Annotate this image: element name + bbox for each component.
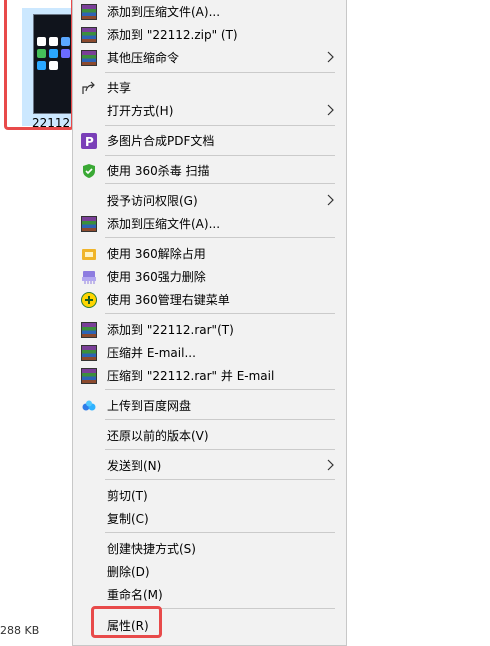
baidu-cloud-icon bbox=[82, 400, 96, 411]
menu-separator bbox=[105, 389, 335, 390]
shred-360-icon bbox=[82, 271, 96, 284]
menu-item-merge-pdf[interactable]: P 多图片合成PDF文档 bbox=[73, 130, 346, 152]
winrar-icon bbox=[81, 322, 97, 338]
menu-item-360-scan[interactable]: 使用 360杀毒 扫描 bbox=[73, 160, 346, 182]
menu-separator bbox=[105, 449, 335, 450]
menu-item-cut[interactable]: 剪切(T) bbox=[73, 485, 346, 507]
menu-item-label: 多图片合成PDF文档 bbox=[107, 134, 215, 148]
menu-item-label: 使用 360解除占用 bbox=[107, 247, 206, 261]
menu-separator bbox=[105, 237, 335, 238]
menu-item-label: 还原以前的版本(V) bbox=[107, 429, 209, 443]
share-icon bbox=[82, 81, 95, 94]
menu-item-label: 添加到 "22112.rar"(T) bbox=[107, 323, 234, 337]
properties-highlight-box bbox=[91, 606, 162, 638]
menu-item-label: 添加到 "22112.zip" (T) bbox=[107, 28, 238, 42]
menu-separator bbox=[105, 313, 335, 314]
menu-item-label: 共享 bbox=[107, 81, 132, 95]
menu-item-label: 使用 360管理右键菜单 bbox=[107, 293, 230, 307]
unlock-360-icon bbox=[82, 249, 96, 260]
menu-item-compress-rar-email[interactable]: 压缩到 "22112.rar" 并 E-mail bbox=[73, 365, 346, 387]
pdf-icon: P bbox=[81, 133, 97, 149]
menu-separator bbox=[105, 532, 335, 533]
file-size: 288 KB bbox=[0, 624, 40, 637]
menu-item-compress-email[interactable]: 压缩并 E-mail... bbox=[73, 342, 346, 364]
menu-item-label: 创建快捷方式(S) bbox=[107, 542, 196, 556]
menu-item-label: 授予访问权限(G) bbox=[107, 194, 198, 208]
chevron-right-icon bbox=[327, 194, 334, 206]
chevron-right-icon bbox=[327, 51, 334, 63]
svg-text:P: P bbox=[85, 135, 94, 149]
menu-separator bbox=[105, 183, 335, 184]
menu-item-add-to-archive[interactable]: 添加到压缩文件(A)... bbox=[73, 1, 346, 23]
menu-separator bbox=[105, 479, 335, 480]
winrar-icon bbox=[81, 345, 97, 361]
shield-360-icon bbox=[83, 164, 95, 178]
menu-item-label: 压缩并 E-mail... bbox=[107, 346, 196, 360]
menu-separator bbox=[105, 155, 335, 156]
menu-item-label: 添加到压缩文件(A)... bbox=[107, 5, 221, 19]
menu-separator bbox=[105, 125, 335, 126]
menu-item-360-unlock[interactable]: 使用 360解除占用 bbox=[73, 243, 346, 265]
winrar-icon bbox=[81, 4, 97, 20]
chevron-right-icon bbox=[327, 459, 334, 471]
menu-item-open-with[interactable]: 打开方式(H) bbox=[73, 100, 346, 122]
menu-item-add-to-zip[interactable]: 添加到 "22112.zip" (T) bbox=[73, 24, 346, 46]
menu-item-send-to[interactable]: 发送到(N) bbox=[73, 455, 346, 477]
menu-item-add-to-rar[interactable]: 添加到 "22112.rar"(T) bbox=[73, 319, 346, 341]
menu-item-label: 重命名(M) bbox=[107, 588, 163, 602]
menu-item-360-manage[interactable]: 使用 360管理右键菜单 bbox=[73, 289, 346, 311]
menu-item-label: 使用 360强力删除 bbox=[107, 270, 206, 284]
menu-separator bbox=[105, 72, 335, 73]
menu-item-delete[interactable]: 删除(D) bbox=[73, 561, 346, 583]
menu-item-label: 删除(D) bbox=[107, 565, 150, 579]
menu-item-grant-access[interactable]: 授予访问权限(G) bbox=[73, 190, 346, 212]
menu-item-label: 使用 360杀毒 扫描 bbox=[107, 164, 210, 178]
manage-360-icon bbox=[81, 292, 97, 308]
file-highlight-box bbox=[4, 0, 74, 130]
menu-item-add-to-archive-2[interactable]: 添加到压缩文件(A)... bbox=[73, 213, 346, 235]
menu-item-label: 剪切(T) bbox=[107, 489, 148, 503]
context-menu: 添加到压缩文件(A)... 添加到 "22112.zip" (T) 其他压缩命令… bbox=[72, 0, 347, 646]
menu-item-label: 压缩到 "22112.rar" 并 E-mail bbox=[107, 369, 275, 383]
menu-item-360-shred[interactable]: 使用 360强力删除 bbox=[73, 266, 346, 288]
menu-item-label: 打开方式(H) bbox=[107, 104, 174, 118]
menu-item-label: 添加到压缩文件(A)... bbox=[107, 217, 221, 231]
menu-item-rename[interactable]: 重命名(M) bbox=[73, 584, 346, 606]
menu-item-label: 其他压缩命令 bbox=[107, 51, 180, 65]
menu-item-label: 上传到百度网盘 bbox=[107, 399, 192, 413]
winrar-icon bbox=[81, 216, 97, 232]
menu-separator bbox=[105, 419, 335, 420]
winrar-icon bbox=[81, 27, 97, 43]
menu-item-label: 发送到(N) bbox=[107, 459, 162, 473]
menu-item-share[interactable]: 共享 bbox=[73, 77, 346, 99]
menu-item-create-shortcut[interactable]: 创建快捷方式(S) bbox=[73, 538, 346, 560]
menu-item-other-compress[interactable]: 其他压缩命令 bbox=[73, 47, 346, 69]
menu-item-label: 复制(C) bbox=[107, 512, 149, 526]
menu-item-baidu-upload[interactable]: 上传到百度网盘 bbox=[73, 395, 346, 417]
chevron-right-icon bbox=[327, 104, 334, 116]
menu-item-copy[interactable]: 复制(C) bbox=[73, 508, 346, 530]
menu-item-restore-versions[interactable]: 还原以前的版本(V) bbox=[73, 425, 346, 447]
winrar-icon bbox=[81, 50, 97, 66]
winrar-icon bbox=[81, 368, 97, 384]
